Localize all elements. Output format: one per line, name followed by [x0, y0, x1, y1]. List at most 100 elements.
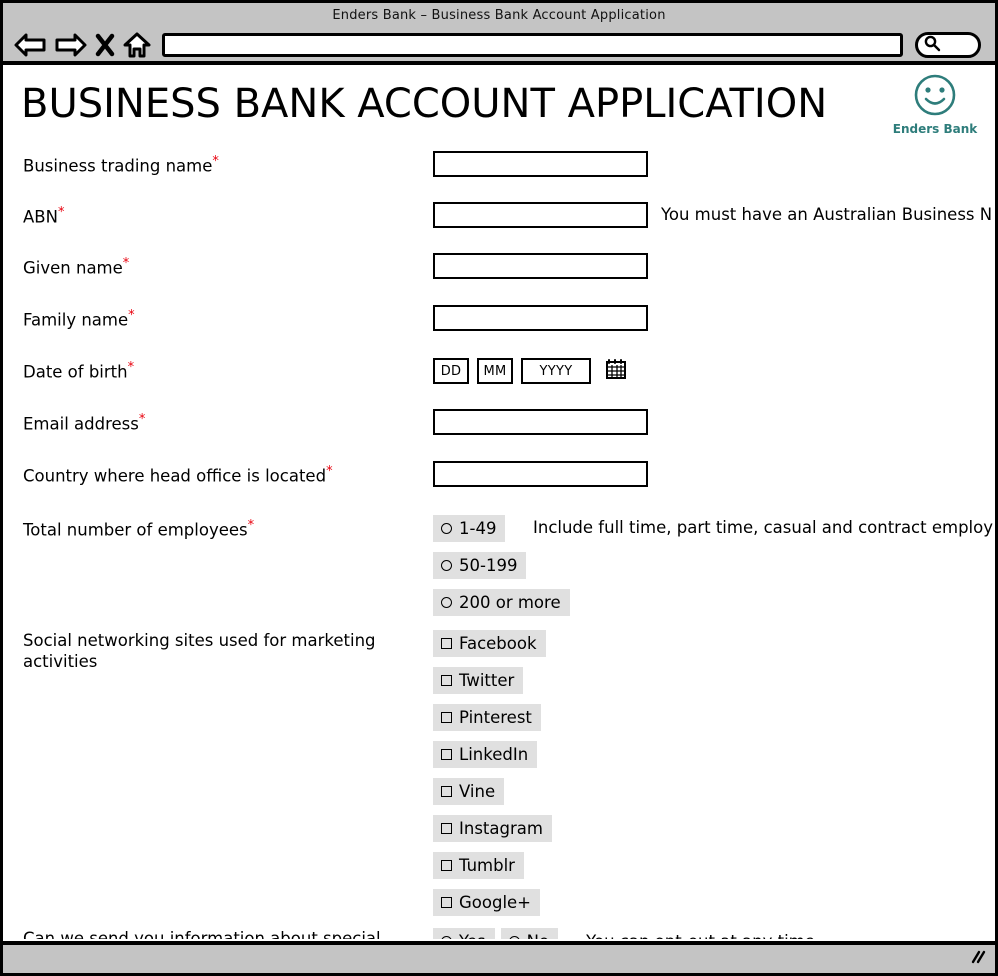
- page-header: BUSINESS BANK ACCOUNT APPLICATION Enders…: [3, 65, 995, 137]
- employees-option-200-or-more[interactable]: 200 or more: [433, 589, 570, 616]
- form-row-employees: Total number of employees* 1-49 50-199 2…: [3, 515, 995, 626]
- label-text: Business trading name: [23, 156, 213, 176]
- employees-option-50-199[interactable]: 50-199: [433, 552, 527, 579]
- option-label: No: [527, 931, 549, 939]
- label-text: Social networking sites used for marketi…: [23, 631, 376, 671]
- radio-icon: [508, 936, 520, 939]
- radio-icon: [441, 523, 452, 534]
- checkbox-icon: [441, 786, 452, 797]
- control-given-name: [433, 253, 995, 279]
- checkbox-icon: [441, 749, 452, 760]
- abn-input[interactable]: [433, 202, 648, 228]
- application-form: Business trading name* ABN* You must hav…: [3, 151, 995, 939]
- label-abn: ABN*: [3, 202, 433, 228]
- label-social-networks: Social networking sites used for marketi…: [3, 630, 433, 672]
- window-title: Enders Bank – Business Bank Account Appl…: [332, 8, 666, 23]
- option-label: 1-49: [459, 519, 497, 538]
- navigation-controls: [13, 31, 152, 59]
- social-option-facebook[interactable]: Facebook: [433, 630, 546, 657]
- label-business-trading-name: Business trading name*: [3, 151, 433, 177]
- option-label: Pinterest: [459, 708, 532, 727]
- social-option-vine[interactable]: Vine: [433, 778, 505, 805]
- option-label: Yes: [459, 931, 486, 939]
- social-option-tumblr[interactable]: Tumblr: [433, 852, 524, 879]
- radio-icon: [441, 597, 452, 608]
- brand-name: Enders Bank: [892, 122, 978, 136]
- label-text: Date of birth: [23, 362, 128, 382]
- label-date-of-birth: Date of birth*: [3, 357, 433, 383]
- checkbox-icon: [441, 823, 452, 834]
- social-option-google-plus[interactable]: Google+: [433, 889, 541, 916]
- form-row-social-networks: Social networking sites used for marketi…: [3, 630, 995, 926]
- business-trading-name-input[interactable]: [433, 151, 648, 177]
- social-option-linkedin[interactable]: LinkedIn: [433, 741, 538, 768]
- required-asterisk: *: [122, 256, 130, 271]
- control-country-head-office: [433, 461, 995, 487]
- form-row-marketing-opt-in: Can we send you information about specia…: [3, 928, 995, 939]
- marketing-opt-in-hint: You can opt-out at any time.: [586, 932, 820, 939]
- country-head-office-input[interactable]: [433, 461, 648, 487]
- control-business-trading-name: [433, 151, 995, 177]
- family-name-input[interactable]: [433, 305, 648, 331]
- search-input[interactable]: [915, 32, 981, 58]
- checkbox-icon: [441, 897, 452, 908]
- checkbox-icon: [441, 860, 452, 871]
- required-asterisk: *: [326, 464, 333, 479]
- label-employees: Total number of employees*: [3, 515, 433, 541]
- option-label: Vine: [459, 782, 496, 801]
- resize-grip-icon[interactable]: [969, 949, 987, 969]
- form-row-business-trading-name: Business trading name*: [3, 151, 995, 191]
- employees-option-1-49[interactable]: 1-49: [433, 515, 506, 542]
- control-abn: You must have an Australian Business N: [433, 202, 995, 228]
- forward-icon[interactable]: [54, 32, 88, 58]
- control-social-networks: Facebook Twitter Pinterest LinkedIn Vine…: [433, 630, 995, 926]
- back-icon[interactable]: [13, 32, 47, 58]
- dob-month-input[interactable]: MM: [477, 358, 513, 384]
- social-option-pinterest[interactable]: Pinterest: [433, 704, 541, 731]
- social-option-twitter[interactable]: Twitter: [433, 667, 524, 694]
- label-marketing-opt-in: Can we send you information about specia…: [3, 928, 433, 939]
- required-asterisk: *: [127, 360, 135, 375]
- option-label: Tumblr: [459, 856, 515, 875]
- label-email-address: Email address*: [3, 409, 433, 435]
- dob-year-input[interactable]: YYYY: [521, 358, 591, 384]
- calendar-icon[interactable]: [605, 357, 627, 385]
- email-address-input[interactable]: [433, 409, 648, 435]
- dob-day-input[interactable]: DD: [433, 358, 469, 384]
- label-given-name: Given name*: [3, 253, 433, 279]
- required-asterisk: *: [138, 412, 146, 427]
- checkbox-icon: [441, 675, 452, 686]
- control-email-address: [433, 409, 995, 435]
- page-content: BUSINESS BANK ACCOUNT APPLICATION Enders…: [3, 65, 995, 939]
- radio-icon: [441, 560, 452, 571]
- label-country-head-office: Country where head office is located*: [3, 461, 433, 487]
- date-of-birth-group: DD MM YYYY: [433, 357, 995, 385]
- option-label: 200 or more: [459, 593, 561, 612]
- given-name-input[interactable]: [433, 253, 648, 279]
- radio-icon: [441, 936, 452, 939]
- browser-toolbar: [3, 25, 995, 65]
- employees-hint: Include full time, part time, casual and…: [533, 518, 993, 537]
- option-label: Instagram: [459, 819, 543, 838]
- marketing-option-yes[interactable]: Yes: [433, 928, 495, 939]
- control-employees: 1-49 50-199 200 or more Include full tim…: [433, 515, 995, 626]
- control-date-of-birth: DD MM YYYY: [433, 357, 995, 385]
- required-asterisk: *: [57, 205, 65, 220]
- status-bar: [3, 941, 995, 973]
- checkbox-icon: [441, 638, 452, 649]
- marketing-option-no[interactable]: No: [500, 928, 559, 939]
- label-text: Given name: [23, 258, 123, 278]
- option-label: Twitter: [459, 671, 515, 690]
- label-text: Email address: [23, 414, 139, 434]
- label-text: ABN: [23, 207, 58, 227]
- option-label: Facebook: [459, 634, 537, 653]
- social-option-instagram[interactable]: Instagram: [433, 815, 552, 842]
- stop-icon[interactable]: [95, 32, 115, 58]
- home-icon[interactable]: [122, 31, 152, 59]
- required-asterisk: *: [128, 308, 135, 323]
- form-row-given-name: Given name*: [3, 253, 995, 293]
- label-text: Can we send you information about specia…: [23, 929, 381, 939]
- form-row-email-address: Email address*: [3, 409, 995, 449]
- search-icon: [923, 34, 941, 56]
- url-input[interactable]: [162, 33, 903, 57]
